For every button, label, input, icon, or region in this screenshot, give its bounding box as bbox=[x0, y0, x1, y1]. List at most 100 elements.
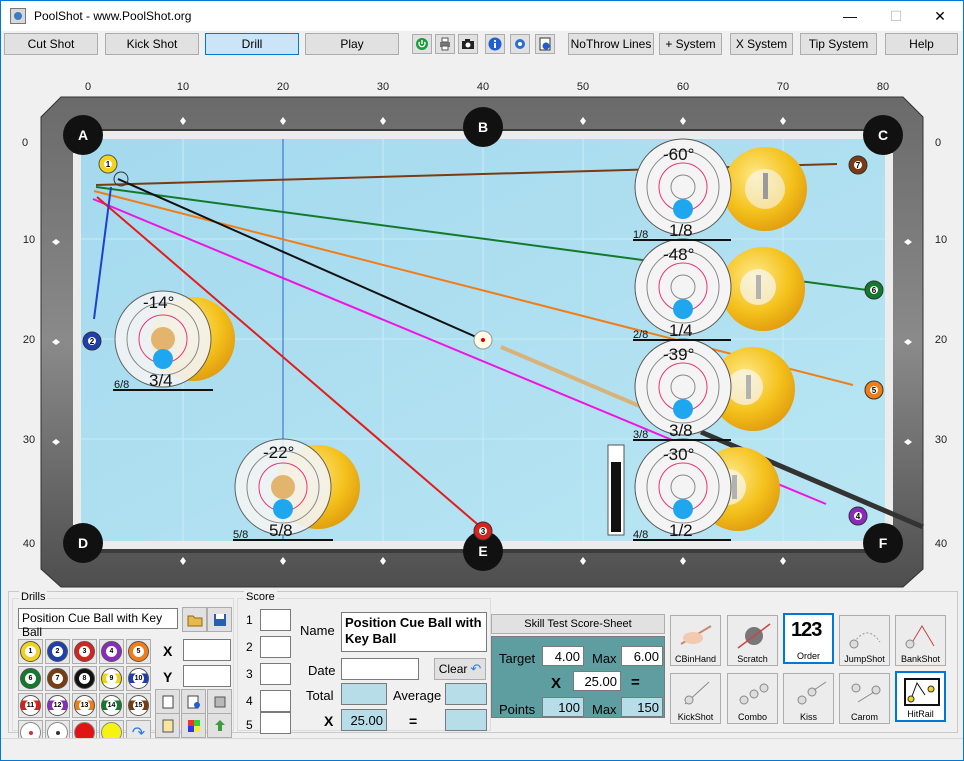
tip-system-button[interactable]: Tip System bbox=[800, 33, 877, 55]
x-coordinate-input[interactable] bbox=[183, 639, 231, 661]
maximize-button[interactable]: ☐ bbox=[873, 1, 919, 31]
ball-select-12[interactable]: 12 bbox=[45, 693, 70, 718]
points-label: Points bbox=[499, 702, 536, 717]
x-label: X bbox=[163, 643, 173, 659]
plus-system-button[interactable]: + System bbox=[659, 33, 722, 55]
help-document-icon[interactable] bbox=[535, 34, 555, 54]
kiss-button[interactable]: Kiss bbox=[783, 673, 834, 724]
ball-select-10[interactable]: 10 bbox=[126, 666, 151, 691]
help-button[interactable]: Help bbox=[885, 33, 958, 55]
ball-select-7[interactable]: 7 bbox=[45, 666, 70, 691]
bank-shot-button[interactable]: BankShot bbox=[895, 615, 946, 666]
open-folder-icon[interactable] bbox=[182, 607, 207, 632]
pocket-label-f: F bbox=[879, 535, 888, 551]
score-row-1-input[interactable] bbox=[260, 609, 291, 631]
score-row-4-label: 4 bbox=[246, 694, 253, 708]
drill-name-field[interactable]: Position Cue Ball with Key Ball bbox=[18, 608, 178, 639]
new-document-icon[interactable] bbox=[155, 689, 180, 714]
kick-shot-icon bbox=[684, 681, 710, 705]
score-row-1-label: 1 bbox=[246, 613, 253, 627]
ball-select-4[interactable]: 4 bbox=[99, 639, 124, 664]
tab-cut-shot[interactable]: Cut Shot bbox=[4, 33, 98, 55]
cb-in-hand-label: CBinHand bbox=[674, 654, 717, 664]
date-input[interactable] bbox=[341, 658, 419, 680]
printer-icon[interactable] bbox=[435, 34, 455, 54]
ball-10-number: 10 bbox=[133, 673, 144, 684]
scratch-button[interactable]: Scratch bbox=[727, 615, 778, 666]
ball-7-icon: 7 bbox=[47, 668, 68, 689]
max-field[interactable]: 6.00 bbox=[621, 646, 663, 666]
export-icon[interactable] bbox=[207, 713, 232, 738]
tool-icon[interactable] bbox=[207, 689, 232, 714]
scratch-icon bbox=[737, 623, 771, 649]
jump-shot-label: JumpShot bbox=[844, 654, 885, 664]
ball-12-number: 12 bbox=[52, 700, 63, 711]
order-label: Order bbox=[796, 651, 820, 661]
score-row-3-input[interactable] bbox=[260, 663, 291, 685]
jump-shot-button[interactable]: JumpShot bbox=[839, 615, 890, 666]
hit-rail-button[interactable]: HitRail bbox=[895, 671, 946, 722]
ball-select-2[interactable]: 2 bbox=[45, 639, 70, 664]
toolbar: Cut Shot Kick Shot Drill Play NoThrow Li… bbox=[1, 31, 963, 57]
ball-9-icon: 9 bbox=[101, 668, 122, 689]
ball-select-13[interactable]: 13 bbox=[72, 693, 97, 718]
aim-frac-3: 3/8 bbox=[669, 421, 693, 440]
carom-button[interactable]: Carom bbox=[839, 673, 890, 724]
ball-11-icon: 11 bbox=[20, 695, 41, 716]
max-label: Max bbox=[592, 651, 617, 666]
cb-in-hand-button[interactable]: CBinHand bbox=[670, 615, 721, 666]
close-button[interactable]: ✕ bbox=[917, 1, 963, 31]
ball-8-number: 8 bbox=[79, 673, 90, 684]
minimize-button[interactable]: — bbox=[827, 1, 873, 31]
y-label: Y bbox=[163, 669, 173, 685]
x-system-button[interactable]: X System bbox=[730, 33, 793, 55]
ball-select-1[interactable]: 1 bbox=[18, 639, 43, 664]
y-coordinate-input[interactable] bbox=[183, 665, 231, 687]
skill-test-panel: Target 4.00 Max 6.00 X 25.00 = Points 10… bbox=[491, 636, 665, 718]
carom-icon bbox=[851, 683, 881, 703]
score-row-4-input[interactable] bbox=[260, 690, 291, 712]
title-bar: PoolShot - www.PoolShot.org — ☐ ✕ bbox=[1, 1, 963, 31]
points-max-field: 150 bbox=[621, 697, 663, 717]
ball-select-14[interactable]: 14 bbox=[99, 693, 124, 718]
nothrow-lines-button[interactable]: NoThrow Lines bbox=[568, 33, 654, 55]
clear-button[interactable]: Clear ↶ bbox=[434, 658, 486, 680]
score-row-3-label: 3 bbox=[246, 667, 253, 681]
order-icon: 123 bbox=[791, 619, 822, 641]
skill-test-score-sheet-button[interactable]: Skill Test Score-Sheet bbox=[491, 614, 665, 634]
aim-angle-2: -48° bbox=[663, 245, 694, 264]
score-row-2-input[interactable] bbox=[260, 636, 291, 658]
save-icon[interactable] bbox=[207, 607, 232, 632]
ball-select-15[interactable]: 15 bbox=[126, 693, 151, 718]
kick-shot-button[interactable]: KickShot bbox=[670, 673, 721, 724]
order-button[interactable]: 123 Order bbox=[783, 613, 834, 664]
ball-select-9[interactable]: 9 bbox=[99, 666, 124, 691]
combo-button[interactable]: Combo bbox=[727, 673, 778, 724]
ball-select-6[interactable]: 6 bbox=[18, 666, 43, 691]
tab-play[interactable]: Play bbox=[305, 33, 399, 55]
tab-drill[interactable]: Drill bbox=[205, 33, 299, 55]
settings-icon[interactable] bbox=[510, 34, 530, 54]
tab-kick-shot[interactable]: Kick Shot bbox=[105, 33, 199, 55]
report-icon[interactable] bbox=[181, 689, 206, 714]
ball-select-3[interactable]: 3 bbox=[72, 639, 97, 664]
jump-shot-icon bbox=[849, 632, 881, 649]
skill-multiplier-field[interactable]: 25.00 bbox=[573, 671, 621, 691]
name-field[interactable]: Position Cue Ball with Key Ball bbox=[341, 612, 487, 652]
info-icon[interactable] bbox=[485, 34, 505, 54]
ball-select-5[interactable]: 5 bbox=[126, 639, 151, 664]
ruler-right-10: 10 bbox=[935, 234, 947, 246]
color-palette-icon[interactable] bbox=[181, 713, 206, 738]
ball-select-11[interactable]: 11 bbox=[18, 693, 43, 718]
score-row-5-input[interactable] bbox=[260, 712, 291, 734]
points-field: 100 bbox=[542, 697, 584, 717]
pool-table[interactable]: A B C D E F 0 10 20 30 40 50 60 70 80 0 … bbox=[1, 57, 963, 589]
target-field[interactable]: 4.00 bbox=[542, 646, 584, 666]
ball-select-8[interactable]: 8 bbox=[72, 666, 97, 691]
ball-label-1: 1 bbox=[106, 160, 111, 169]
notepad-icon[interactable] bbox=[155, 713, 180, 738]
camera-icon[interactable] bbox=[458, 34, 478, 54]
power-icon[interactable] bbox=[412, 34, 432, 54]
aim-diagram-5 bbox=[114, 290, 235, 388]
ball-11-number: 11 bbox=[25, 700, 36, 711]
